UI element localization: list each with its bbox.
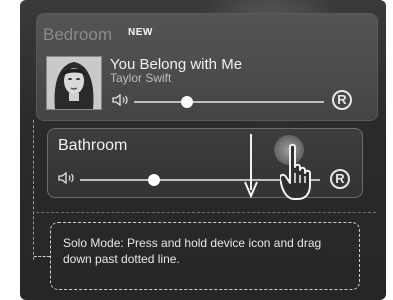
volume-slider-thumb[interactable] [148, 174, 161, 186]
drag-guide-line [33, 120, 34, 260]
speaker-icon[interactable] [58, 171, 76, 185]
new-badge: NEW [128, 27, 153, 38]
room-name-bedroom: Bedroom [43, 25, 112, 44]
bedroom-card[interactable]: Bedroom NEW You Belong with Me Taylor Sw… [36, 13, 378, 121]
volume-track[interactable] [134, 101, 324, 103]
hand-pointer-icon [280, 143, 311, 200]
artist-name: Taylor Swift [110, 71, 172, 85]
r-button[interactable]: R [332, 90, 352, 110]
speaker-icon[interactable] [112, 93, 130, 107]
volume-slider-thumb[interactable] [181, 96, 194, 108]
tooltip-text: Solo Mode: Press and hold device icon an… [63, 236, 322, 266]
solo-mode-tooltip: Solo Mode: Press and hold device icon an… [50, 222, 360, 290]
tooltip-connector [34, 256, 50, 257]
multiroom-screen: Bedroom NEW You Belong with Me Taylor Sw… [20, 0, 386, 300]
r-button[interactable]: R [330, 169, 350, 189]
down-arrow-icon [244, 134, 258, 198]
room-name-bathroom: Bathroom [58, 137, 128, 154]
solo-mode-threshold-line [36, 212, 376, 213]
album-art[interactable] [46, 56, 102, 110]
